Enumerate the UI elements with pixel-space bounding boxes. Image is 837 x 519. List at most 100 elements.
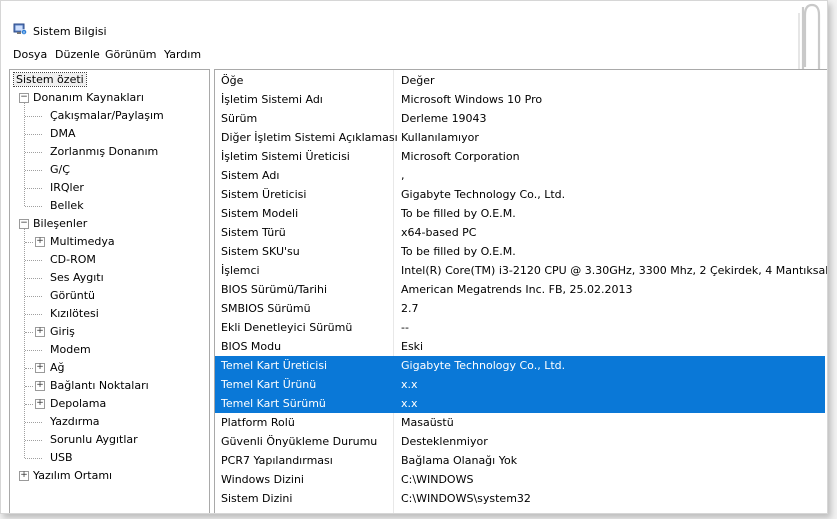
menu-gorunum[interactable]: Görünüm [105, 48, 156, 61]
tree-item[interactable]: Bağlantı Noktaları [48, 377, 151, 395]
system-information-window: Sistem Bilgisi Dosya Düzenle Görünüm Yar… [0, 0, 828, 514]
tree-branch-line [25, 188, 42, 189]
tree-item[interactable]: Görüntü [48, 287, 97, 305]
tree-branch-line [25, 314, 42, 315]
collapse-icon[interactable]: − [19, 219, 29, 229]
expand-icon[interactable]: + [35, 399, 45, 409]
tree-item[interactable]: DMA [48, 125, 78, 143]
list-row[interactable]: Ekli Denetleyici Sürümü -- [215, 318, 825, 337]
tree-branch-line [25, 206, 42, 207]
list-row[interactable]: İşlemci Intel(R) Core(TM) i3-2120 CPU @ 3… [215, 261, 828, 280]
tree-item-label: Bellek [50, 199, 84, 212]
item-cell: Güvenli Önyükleme Durumu [221, 435, 378, 448]
list-row[interactable]: Sistem SKU'su To be filled by O.E.M. [215, 242, 825, 261]
value-cell: Intel(R) Core(TM) i3-2120 CPU @ 3.30GHz,… [401, 264, 828, 277]
window-title: Sistem Bilgisi [33, 25, 107, 38]
list-row[interactable]: Sistem Üreticisi Gigabyte Technology Co.,… [215, 185, 825, 204]
menu-duzenle[interactable]: Düzenle [55, 48, 100, 61]
tree-item[interactable]: Giriş [48, 323, 77, 341]
item-cell: Sistem Türü [221, 226, 286, 239]
tree-item-label: Ağ [50, 361, 65, 374]
expand-icon[interactable]: + [35, 363, 45, 373]
tree-item[interactable]: Donanım Kaynakları [31, 89, 146, 107]
tree-item[interactable]: Ağ [48, 359, 67, 377]
item-cell: BIOS Sürümü/Tarihi [221, 283, 328, 296]
list-row[interactable]: Platform Rolü Masaüstü [215, 413, 825, 432]
tree-branch-line [25, 440, 42, 441]
list-row[interactable]: Güvenli Önyükleme Durumu Desteklenmiyor [215, 432, 825, 451]
tree-item[interactable]: USB [48, 449, 75, 467]
list-row[interactable]: Sistem Dizini C:\WINDOWS\system32 [215, 489, 825, 508]
tree-item-label: Görüntü [50, 289, 96, 302]
category-tree[interactable]: Sistem özeti − Donanım Kaynakları Çakışmala… [9, 69, 210, 513]
collapse-icon[interactable]: − [19, 93, 29, 103]
menu-bar: Dosya Düzenle Görünüm Yardım [1, 46, 827, 64]
item-cell: Platform Rolü [221, 416, 295, 429]
tree-item-label: Depolama [50, 397, 107, 410]
tree-item[interactable]: Bellek [48, 197, 86, 215]
tree-item-label: Sorunlu Aygıtlar [50, 433, 138, 446]
tree-item[interactable]: Multimedya [48, 233, 117, 251]
list-row[interactable]: Temel Kart Üreticisi Gigabyte Technology … [215, 356, 825, 375]
list-row[interactable]: SMBIOS Sürümü 2.7 [215, 299, 825, 318]
value-cell: To be filled by O.E.M. [401, 207, 516, 220]
tree-branch-line [25, 170, 42, 171]
tree-item[interactable]: Çakışmalar/Paylaşım [48, 107, 166, 125]
expand-icon[interactable]: + [35, 381, 45, 391]
expand-icon[interactable]: + [35, 237, 45, 247]
tree-item-label: Modem [50, 343, 91, 356]
tree-item[interactable]: Sistem özeti [13, 71, 87, 89]
tree-branch-line [25, 296, 42, 297]
tree-item[interactable]: Depolama [48, 395, 108, 413]
tree-item-label: Multimedya [50, 235, 115, 248]
tree-item[interactable]: Sorunlu Aygıtlar [48, 431, 140, 449]
list-row[interactable]: BIOS Sürümü/Tarihi American Megatrends In… [215, 280, 825, 299]
value-cell: Gigabyte Technology Co., Ltd. [401, 359, 566, 372]
tree-item[interactable]: G/Ç [48, 161, 72, 179]
list-row[interactable]: Temel Kart Sürümü x.x [215, 394, 825, 413]
list-row[interactable]: İşletim Sistemi Üreticisi Microsoft Corpo… [215, 147, 825, 166]
tree-branch-line [25, 116, 42, 117]
value-cell: C:\WINDOWS\system32 [401, 492, 531, 505]
tree-item[interactable]: Ses Aygıtı [48, 269, 106, 287]
expand-icon[interactable]: + [35, 327, 45, 337]
list-row[interactable]: BIOS Modu Eski [215, 337, 825, 356]
column-header-item[interactable]: Öğe [221, 71, 243, 90]
tree-branch-line [25, 368, 33, 369]
menu-dosya[interactable]: Dosya [13, 48, 47, 61]
item-cell: Diğer İşletim Sistemi Açıklaması [221, 131, 398, 144]
tree-item-label: Bağlantı Noktaları [50, 379, 149, 392]
list-row[interactable]: Sistem Adı, [215, 166, 825, 185]
list-row[interactable]: Temel Kart Ürünü x.x [215, 375, 825, 394]
item-cell: Sistem Modeli [221, 207, 299, 220]
value-cell: 2.7 [401, 302, 419, 315]
list-row[interactable]: Sistem Modeli To be filled by O.E.M. [215, 204, 825, 223]
tree-item[interactable]: CD-ROM [48, 251, 98, 269]
list-row[interactable]: Windows Dizini C:\WINDOWS [215, 470, 825, 489]
tree-item[interactable]: Kızılötesi [48, 305, 101, 323]
details-list[interactable]: Öğe Değer İşletim Sistemi Adı Microsoft Win… [214, 69, 828, 513]
tree-branch-line [25, 134, 42, 135]
column-header-value[interactable]: Değer [401, 71, 435, 90]
list-row[interactable]: Sürüm Derleme 19043 [215, 109, 825, 128]
item-cell: Temel Kart Üreticisi [221, 359, 328, 372]
list-row[interactable]: Sistem Türü x64-based PC [215, 223, 825, 242]
tree-item[interactable]: Modem [48, 341, 93, 359]
value-cell: x.x [401, 378, 418, 391]
item-cell: Temel Kart Sürümü [221, 397, 326, 410]
tree-guide-line [24, 229, 25, 458]
tree-item[interactable]: IRQler [48, 179, 86, 197]
tree-item[interactable]: Yazılım Ortamı [31, 467, 114, 485]
title-bar: Sistem Bilgisi [1, 1, 827, 90]
list-row[interactable]: Diğer İşletim Sistemi Açıklaması Kullanıl… [215, 128, 825, 147]
tree-item[interactable]: Yazdırma [48, 413, 102, 431]
tree-item[interactable]: Zorlanmış Donanım [48, 143, 160, 161]
list-row[interactable]: PCR7 Yapılandırması Bağlama Olanağı Yok [215, 451, 825, 470]
tree-item-label: Çakışmalar/Paylaşım [50, 109, 164, 122]
tree-item[interactable]: Bileşenler [31, 215, 89, 233]
tree-item-label: Giriş [50, 325, 75, 338]
list-row[interactable]: İşletim Sistemi Adı Microsoft Windows 10 … [215, 90, 825, 109]
expand-icon[interactable]: + [19, 471, 29, 481]
menu-yardim[interactable]: Yardım [164, 48, 201, 61]
list-header: Öğe Değer [215, 71, 825, 90]
